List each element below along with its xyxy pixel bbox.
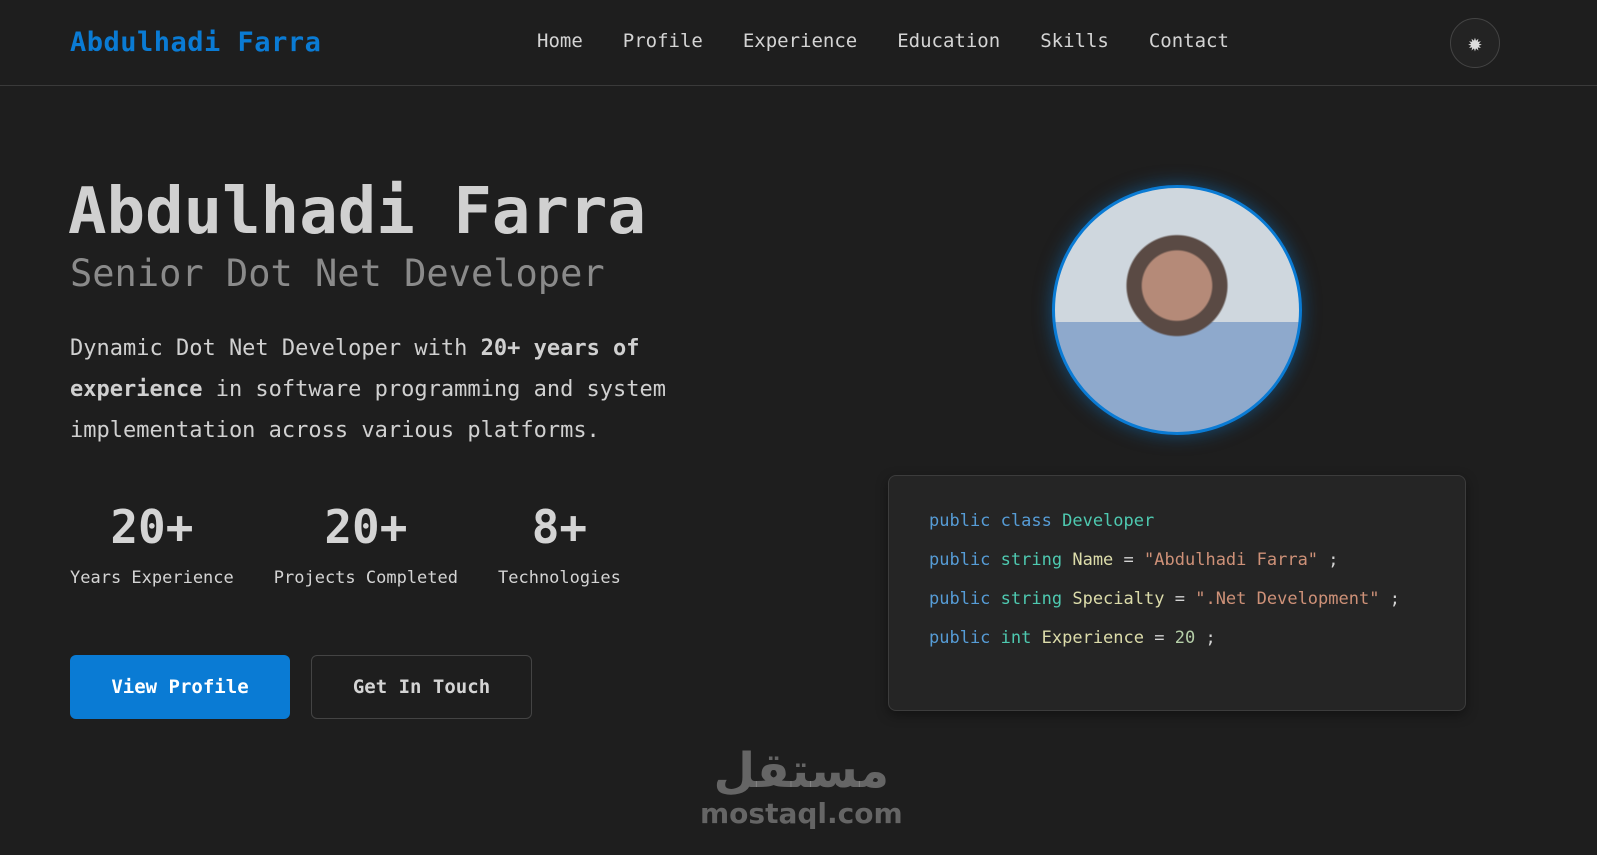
- stat-years: 20+ Years Experience: [70, 500, 234, 588]
- nav-education[interactable]: Education: [897, 30, 1000, 52]
- hero-name: Abdulhadi Farra: [68, 175, 646, 249]
- desc-text: Dynamic Dot Net Developer with: [70, 336, 481, 361]
- code-line: public class Developer: [929, 511, 1425, 550]
- theme-toggle-button[interactable]: ✹: [1450, 18, 1500, 68]
- code-token: string: [1000, 550, 1063, 570]
- code-card: public class Developer public string Nam…: [888, 475, 1466, 711]
- code-token: string: [1000, 589, 1063, 609]
- nav-home[interactable]: Home: [537, 30, 583, 52]
- code-token: Specialty: [1072, 589, 1165, 609]
- stat-value: 20+: [324, 500, 408, 554]
- nav-contact[interactable]: Contact: [1149, 30, 1229, 52]
- code-token: ;: [1389, 589, 1400, 609]
- code-token: Developer: [1062, 511, 1155, 531]
- hero-description: Dynamic Dot Net Developer with 20+ years…: [70, 328, 750, 451]
- stat-value: 20+: [110, 500, 194, 554]
- code-token: public: [929, 628, 991, 648]
- nav-experience[interactable]: Experience: [743, 30, 857, 52]
- code-token: public: [929, 511, 991, 531]
- watermark-latin: mostaql.com: [700, 797, 903, 830]
- code-token: Experience: [1041, 628, 1144, 648]
- code-token: Name: [1072, 550, 1114, 570]
- hero-title: Senior Dot Net Developer: [70, 252, 605, 295]
- code-token: public: [929, 550, 991, 570]
- view-profile-button[interactable]: View Profile: [70, 655, 290, 719]
- code-token: int: [1000, 628, 1032, 648]
- watermark-logo: مستقل mostaql.com: [700, 745, 903, 830]
- nav-skills[interactable]: Skills: [1040, 30, 1109, 52]
- brand-logo[interactable]: Abdulhadi Farra: [70, 27, 321, 58]
- code-line: public int Experience = 20 ;: [929, 628, 1425, 667]
- stat-label: Technologies: [498, 568, 621, 588]
- code-token: 20: [1174, 628, 1196, 648]
- nav-links: Home Profile Experience Education Skills…: [537, 30, 1229, 52]
- watermark-arabic: مستقل: [713, 743, 890, 799]
- stat-label: Projects Completed: [273, 568, 458, 588]
- code-token: =: [1174, 589, 1185, 609]
- stat-value: 8+: [531, 500, 588, 554]
- code-line: public string Specialty = ".Net Developm…: [929, 589, 1425, 628]
- code-token: ;: [1328, 550, 1339, 570]
- stat-label: Years Experience: [70, 568, 234, 588]
- code-token: class: [1000, 511, 1052, 531]
- stat-technologies: 8+ Technologies: [498, 500, 621, 588]
- code-token: public: [929, 589, 991, 609]
- sun-icon: ✹: [1467, 29, 1483, 57]
- code-token: ".Net Development": [1195, 589, 1380, 609]
- code-token: "Abdulhadi Farra": [1144, 550, 1319, 570]
- get-in-touch-button[interactable]: Get In Touch: [311, 655, 532, 719]
- navbar: Abdulhadi Farra Home Profile Experience …: [0, 0, 1597, 86]
- stats: 20+ Years Experience 20+ Projects Complete…: [70, 500, 621, 588]
- nav-profile[interactable]: Profile: [623, 30, 703, 52]
- code-token: =: [1123, 550, 1134, 570]
- code-token: =: [1154, 628, 1165, 648]
- code-token: ;: [1205, 628, 1216, 648]
- profile-photo: [1052, 185, 1302, 435]
- code-line: public string Name = "Abdulhadi Farra" ;: [929, 550, 1425, 589]
- stat-projects: 20+ Projects Completed: [274, 500, 458, 588]
